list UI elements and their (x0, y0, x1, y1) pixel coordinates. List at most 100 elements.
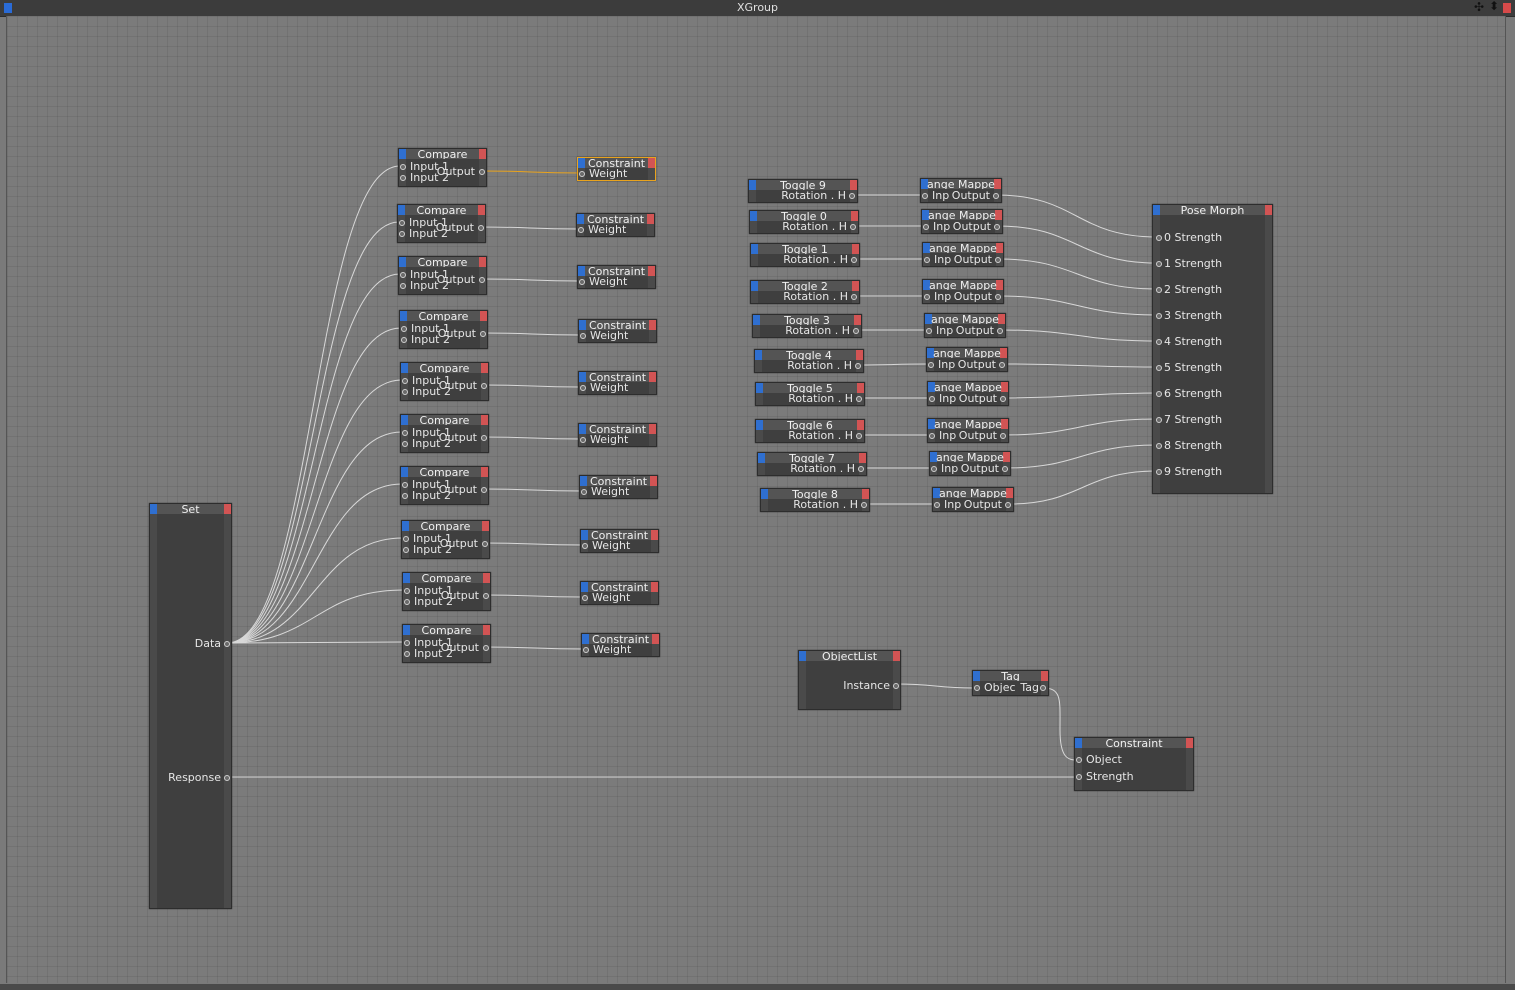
range-input-port[interactable] (929, 396, 935, 402)
compare-node[interactable]: Compare Input 1 Input 2 Output (399, 310, 488, 349)
range-mapper-node[interactable]: ange Mappe Inp Output (921, 209, 1003, 234)
tag-to-constraint-wire[interactable] (1042, 687, 1078, 761)
data-to-compare-wire[interactable] (226, 641, 405, 644)
rotation-h-output-port[interactable] (851, 294, 857, 300)
compare-node[interactable]: Compare Input 1 Input 2 Output (398, 148, 487, 187)
range-output-port[interactable] (1002, 466, 1008, 472)
toggle-node[interactable]: Toggle 1 Rotation . H (750, 243, 860, 267)
compare-to-constraint-wire[interactable] (483, 384, 582, 388)
input-2-port[interactable] (400, 283, 406, 289)
range-output-port[interactable] (1000, 396, 1006, 402)
range-mapper-node[interactable]: ange Mappe Inp Output (924, 313, 1006, 338)
compare-to-constraint-wire[interactable] (481, 170, 581, 174)
rotation-h-output-port[interactable] (851, 257, 857, 263)
weight-input-port[interactable] (583, 647, 589, 653)
pose-morph-node[interactable]: Pose Morph 0 Strength 1 Strength 2 Strength… (1152, 204, 1273, 494)
input-1-port[interactable] (400, 164, 406, 170)
rotation-h-output-port[interactable] (858, 466, 864, 472)
compare-to-constraint-wire[interactable] (481, 278, 581, 282)
output-port[interactable] (479, 169, 485, 175)
input-2-port[interactable] (402, 441, 408, 447)
toggle-node[interactable]: Toggle 7 Rotation . H (757, 452, 867, 476)
range-mapper-node[interactable]: ange Mappe Inp Output (922, 242, 1004, 267)
output-port[interactable] (479, 277, 485, 283)
constraint-node[interactable]: Constraint Object Strength (1074, 737, 1194, 791)
instance-to-tag-wire[interactable] (895, 683, 976, 689)
input-2-port[interactable] (403, 547, 409, 553)
objectlist-node[interactable]: ObjectList Instance (798, 650, 901, 710)
weight-input-port[interactable] (580, 385, 586, 391)
constraint-weight-node[interactable]: Constraint Weight (578, 371, 657, 395)
weight-input-port[interactable] (580, 437, 586, 443)
output-port[interactable] (480, 331, 486, 337)
range-mapper-node[interactable]: ange Mappe Inp Output (927, 418, 1009, 443)
mapper-to-posemorph-wire[interactable] (997, 295, 1158, 316)
mapper-to-posemorph-wire[interactable] (995, 194, 1158, 238)
mapper-to-posemorph-wire[interactable] (1007, 470, 1158, 505)
data-output-port[interactable] (224, 641, 230, 647)
range-input-port[interactable] (934, 502, 940, 508)
range-input-port[interactable] (926, 328, 932, 334)
strength-4-input-port[interactable] (1156, 339, 1162, 345)
rotation-h-output-port[interactable] (850, 224, 856, 230)
output-port[interactable] (482, 541, 488, 547)
range-mapper-node[interactable]: ange Mappe Inp Output (932, 487, 1014, 512)
range-input-port[interactable] (924, 294, 930, 300)
compare-to-constraint-wire[interactable] (485, 594, 584, 598)
output-port[interactable] (481, 435, 487, 441)
input-2-port[interactable] (404, 599, 410, 605)
data-to-compare-wire[interactable] (226, 327, 402, 644)
object-input-port[interactable] (1076, 757, 1082, 763)
compare-to-constraint-wire[interactable] (483, 488, 583, 492)
range-output-port[interactable] (994, 224, 1000, 230)
constraint-weight-node[interactable]: Constraint Weight (581, 633, 660, 657)
compare-to-constraint-wire[interactable] (484, 542, 584, 546)
output-port[interactable] (483, 645, 489, 651)
strength-2-input-port[interactable] (1156, 287, 1162, 293)
range-output-port[interactable] (995, 257, 1001, 263)
constraint-weight-node[interactable]: Constraint Weight (579, 475, 658, 499)
tag-output-port[interactable] (1040, 685, 1046, 691)
data-to-compare-wire[interactable] (226, 431, 403, 644)
input-1-port[interactable] (404, 588, 410, 594)
weight-input-port[interactable] (579, 171, 585, 177)
strength-1-input-port[interactable] (1156, 261, 1162, 267)
constraint-weight-node[interactable]: Constraint Weight (580, 529, 659, 553)
input-1-port[interactable] (399, 220, 405, 226)
constraint-weight-node[interactable]: Constraint Weight (578, 319, 657, 343)
strength-6-input-port[interactable] (1156, 391, 1162, 397)
toggle-node[interactable]: Toggle 2 Rotation . H (750, 280, 860, 304)
constraint-weight-node[interactable]: Constraint Weight (577, 265, 656, 289)
strength-5-input-port[interactable] (1156, 365, 1162, 371)
tag-object-port[interactable] (974, 685, 980, 691)
toggle-node[interactable]: Toggle 6 Rotation . H (755, 419, 865, 443)
data-to-compare-wire[interactable] (226, 165, 401, 644)
input-2-port[interactable] (399, 231, 405, 237)
compare-node[interactable]: Compare Input 1 Input 2 Output (400, 466, 489, 505)
range-input-port[interactable] (928, 362, 934, 368)
mapper-to-posemorph-wire[interactable] (1002, 392, 1158, 399)
constraint-weight-node[interactable]: Constraint Weight (577, 157, 656, 181)
weight-input-port[interactable] (582, 595, 588, 601)
toggle-node[interactable]: Toggle 5 Rotation . H (755, 382, 865, 406)
compare-node[interactable]: Compare Input 1 Input 2 Output (400, 362, 489, 401)
rotation-h-output-port[interactable] (855, 363, 861, 369)
mapper-to-posemorph-wire[interactable] (999, 329, 1158, 342)
compare-node[interactable]: Compare Input 1 Input 2 Output (398, 256, 487, 295)
strength-8-input-port[interactable] (1156, 443, 1162, 449)
range-output-port[interactable] (997, 328, 1003, 334)
compare-node[interactable]: Compare Input 1 Input 2 Output (401, 520, 490, 559)
compare-node[interactable]: Compare Input 1 Input 2 Output (397, 204, 486, 243)
range-input-port[interactable] (929, 433, 935, 439)
data-to-compare-wire[interactable] (226, 483, 403, 644)
range-input-port[interactable] (923, 224, 929, 230)
input-1-port[interactable] (402, 482, 408, 488)
set-node[interactable]: Set Data Response (149, 503, 232, 909)
toggle-node[interactable]: Toggle 9 Rotation . H (748, 179, 858, 203)
tag-node[interactable]: Tag Objec Tag (972, 670, 1049, 696)
weight-input-port[interactable] (580, 333, 586, 339)
range-mapper-node[interactable]: ange Mappe Inp Output (929, 451, 1011, 476)
input-1-port[interactable] (400, 272, 406, 278)
input-2-port[interactable] (400, 175, 406, 181)
input-2-port[interactable] (402, 389, 408, 395)
